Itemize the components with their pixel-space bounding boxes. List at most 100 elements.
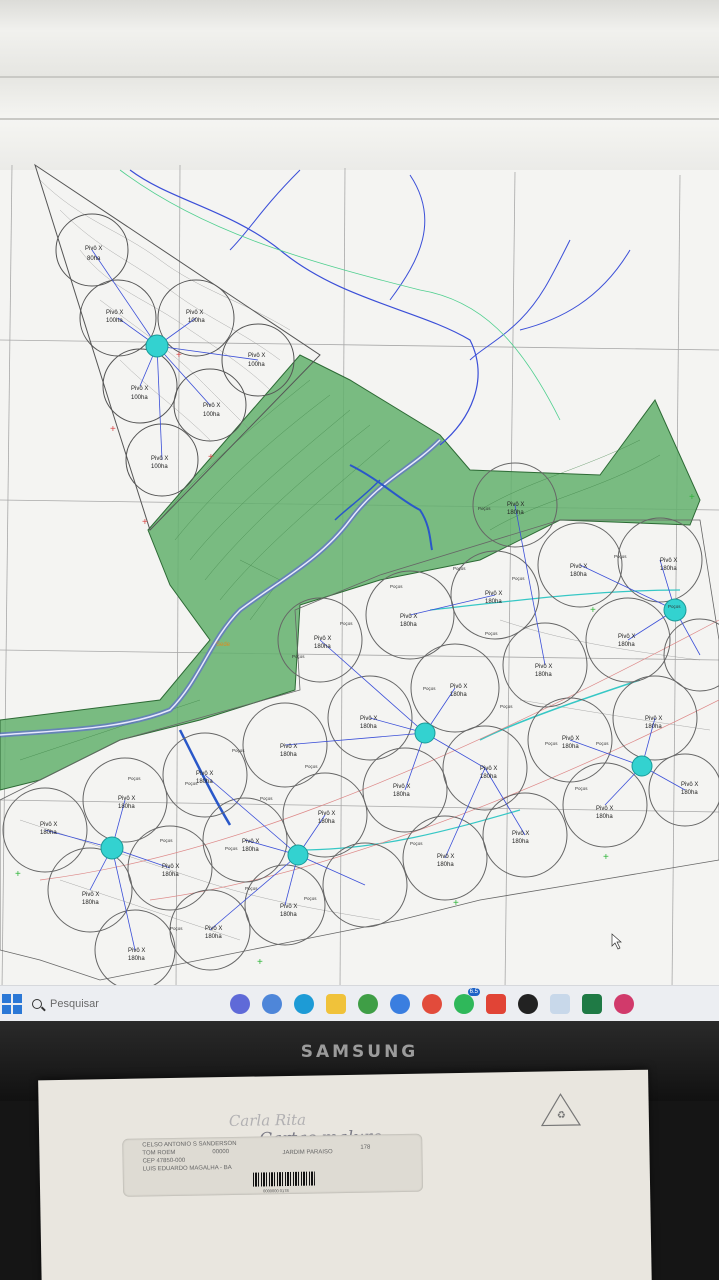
excel-icon[interactable] bbox=[582, 993, 602, 1014]
pivot-center-pump bbox=[100, 836, 124, 860]
barcode bbox=[252, 1171, 316, 1187]
svg-text:Poços: Poços bbox=[478, 506, 491, 511]
red-dashed-line bbox=[39, 619, 719, 881]
cad-drawing-canvas[interactable]: Pivô X 80ha Pivô X 100ha Pivô X 100ha Pi… bbox=[0, 0, 719, 990]
svg-text:Pivô X: Pivô X bbox=[85, 246, 102, 252]
svg-text:180ha: 180ha bbox=[205, 934, 222, 940]
wifi-icon[interactable] bbox=[550, 993, 570, 1014]
address-line: TOM ROEM bbox=[142, 1149, 176, 1157]
svg-text:Pivô X: Pivô X bbox=[681, 782, 698, 788]
pivot-center-pump[interactable] bbox=[145, 334, 169, 358]
svg-text:+: + bbox=[15, 869, 21, 880]
barcode-number: 0000000 0178 bbox=[263, 1187, 289, 1194]
svg-text:180ha: 180ha bbox=[280, 912, 297, 918]
taskbar-search[interactable]: Pesquisar bbox=[32, 992, 212, 1016]
svg-text:Pivô X: Pivô X bbox=[128, 948, 145, 954]
svg-text:Pivô X: Pivô X bbox=[162, 864, 179, 870]
svg-text:Poços: Poços bbox=[668, 604, 681, 609]
svg-text:Poços: Poços bbox=[500, 704, 513, 709]
pdf-icon[interactable] bbox=[486, 993, 506, 1014]
svg-text:180ha: 180ha bbox=[82, 900, 99, 906]
svg-text:180ha: 180ha bbox=[393, 792, 410, 798]
svg-text:Pivô X: Pivô X bbox=[437, 854, 454, 860]
edge-icon[interactable] bbox=[294, 993, 314, 1014]
svg-text:180ha: 180ha bbox=[681, 790, 698, 796]
svg-text:Pivô X: Pivô X bbox=[205, 926, 222, 932]
svg-text:+: + bbox=[142, 517, 148, 528]
svg-text:180ha: 180ha bbox=[196, 779, 213, 785]
svg-text:Poços: Poços bbox=[128, 776, 141, 781]
whatsapp-icon[interactable]: 6.5 bbox=[454, 987, 480, 1014]
pivot-center-pump bbox=[287, 844, 309, 866]
svg-text:+: + bbox=[110, 424, 116, 435]
maps-icon[interactable] bbox=[390, 993, 410, 1014]
handwritten-line: Carla Rita bbox=[228, 1110, 307, 1131]
svg-text:180ha: 180ha bbox=[450, 692, 467, 698]
svg-text:Poços: Poços bbox=[485, 631, 498, 636]
svg-text:Pivô X: Pivô X bbox=[118, 796, 135, 802]
address-line: LUIS EDUARDO MAGALHA - BA bbox=[142, 1164, 232, 1173]
mouse-cursor-icon bbox=[611, 933, 622, 950]
svg-text:Poços: Poços bbox=[185, 781, 198, 786]
svg-text:Poços: Poços bbox=[575, 786, 588, 791]
search-app-icon[interactable] bbox=[262, 993, 282, 1014]
svg-text:Poços: Poços bbox=[512, 576, 525, 581]
svg-text:Poços: Poços bbox=[160, 838, 173, 843]
svg-text:Pivô X: Pivô X bbox=[485, 591, 502, 597]
svg-text:Poços: Poços bbox=[245, 886, 258, 891]
svg-text:Pivô X: Pivô X bbox=[645, 716, 662, 722]
media-player-icon[interactable] bbox=[518, 993, 538, 1014]
svg-text:Pivô X: Pivô X bbox=[535, 664, 552, 670]
task-view-icon[interactable] bbox=[230, 993, 250, 1014]
address-line: 178 bbox=[360, 1144, 371, 1151]
svg-text:100ha: 100ha bbox=[203, 412, 220, 418]
svg-text:Poços: Poços bbox=[305, 764, 318, 769]
svg-text:Pivô X: Pivô X bbox=[450, 684, 467, 690]
chrome-alt-icon[interactable] bbox=[358, 993, 378, 1014]
svg-text:+: + bbox=[453, 898, 459, 909]
svg-text:180ha: 180ha bbox=[507, 510, 524, 516]
svg-text:Poços: Poços bbox=[423, 686, 436, 691]
file-explorer-icon[interactable] bbox=[326, 993, 346, 1014]
svg-text:100ha: 100ha bbox=[131, 395, 148, 401]
svg-text:Pivô X: Pivô X bbox=[280, 744, 297, 750]
sede-label: Sede bbox=[216, 642, 231, 648]
recycle-stamp-icon: ♻ bbox=[540, 1093, 582, 1127]
svg-text:180ha: 180ha bbox=[280, 752, 297, 758]
svg-text:Poços: Poços bbox=[232, 748, 245, 753]
pivot-center-pump bbox=[414, 722, 436, 744]
svg-text:Pivô X: Pivô X bbox=[360, 716, 377, 722]
svg-text:Pivô X: Pivô X bbox=[562, 736, 579, 742]
south-pump-centers[interactable] bbox=[100, 598, 687, 866]
svg-text:180ha: 180ha bbox=[128, 956, 145, 962]
svg-text:Pivô X: Pivô X bbox=[203, 403, 220, 409]
more-apps-icon[interactable] bbox=[614, 993, 634, 1014]
taskbar-apps: 6.5 bbox=[230, 987, 634, 1014]
windows-start-icon[interactable] bbox=[2, 993, 22, 1014]
svg-text:180ha: 180ha bbox=[437, 862, 454, 868]
photo-frame: Pivô X 80ha Pivô X 100ha Pivô X 100ha Pi… bbox=[0, 0, 719, 1280]
address-line: JARDIM PARAISO bbox=[282, 1149, 333, 1157]
svg-text:100ha: 100ha bbox=[188, 318, 205, 324]
svg-text:Poços: Poços bbox=[596, 741, 609, 746]
svg-text:Pivô X: Pivô X bbox=[248, 353, 265, 359]
svg-text:Poços: Poços bbox=[453, 566, 466, 571]
address-line: CELSO ANTONIO S SANDERSON bbox=[142, 1140, 237, 1149]
svg-text:180ha: 180ha bbox=[314, 644, 331, 650]
svg-text:180ha: 180ha bbox=[162, 872, 179, 878]
pivot-center-pump bbox=[631, 755, 653, 777]
svg-text:Pivô X: Pivô X bbox=[131, 386, 148, 392]
svg-text:Pivô X: Pivô X bbox=[40, 822, 57, 828]
svg-text:+: + bbox=[689, 492, 695, 503]
monitor-screen: Pivô X 80ha Pivô X 100ha Pivô X 100ha Pi… bbox=[0, 0, 719, 1030]
svg-text:Poços: Poços bbox=[410, 841, 423, 846]
svg-text:100ha: 100ha bbox=[151, 464, 168, 470]
search-placeholder: Pesquisar bbox=[50, 997, 99, 1010]
svg-text:Pivô X: Pivô X bbox=[280, 904, 297, 910]
svg-text:Poços: Poços bbox=[260, 796, 273, 801]
svg-text:Pivô X: Pivô X bbox=[242, 839, 259, 845]
monitor-brand-logo: SAMSUNG bbox=[300, 1042, 419, 1062]
chrome-icon[interactable] bbox=[422, 993, 442, 1014]
address-label: CELSO ANTONIO S SANDERSON TOM ROEM 00000… bbox=[122, 1133, 424, 1197]
svg-text:+: + bbox=[208, 452, 214, 463]
